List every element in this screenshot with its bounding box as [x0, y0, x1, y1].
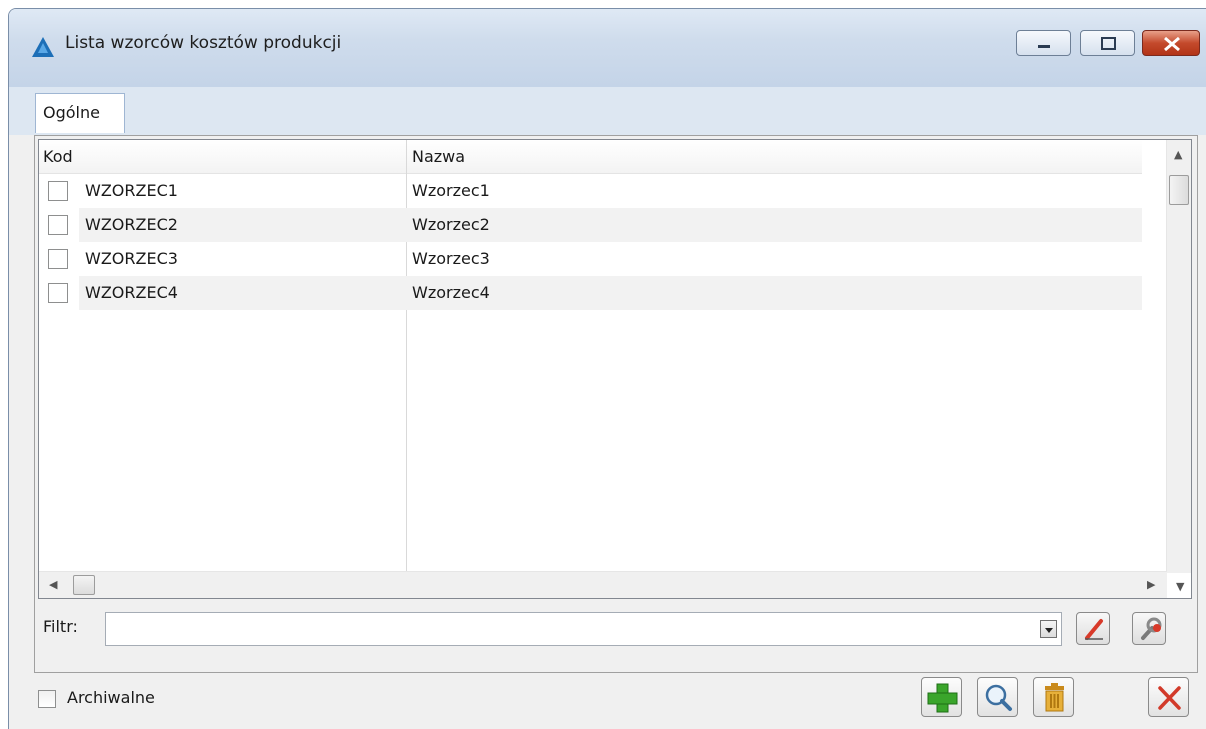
cell-kod: WZORZEC2: [85, 215, 178, 234]
cell-nazwa: Wzorzec2: [412, 215, 490, 234]
vertical-scroll-thumb[interactable]: [1169, 175, 1189, 205]
row-checkbox[interactable]: [48, 249, 68, 269]
vertical-scrollbar[interactable]: ▲: [1166, 140, 1191, 573]
filter-label: Filtr:: [43, 617, 78, 636]
plus-icon: [927, 683, 958, 713]
table-row[interactable]: WZORZEC4 Wzorzec4: [39, 276, 1142, 310]
maximize-button[interactable]: [1080, 30, 1135, 56]
table-row[interactable]: WZORZEC1 Wzorzec1: [39, 174, 1142, 208]
triangle-logo-icon: [32, 37, 54, 57]
table-row[interactable]: WZORZEC3 Wzorzec3: [39, 242, 1142, 276]
minimize-icon: [1038, 45, 1050, 48]
close-icon: [1164, 36, 1180, 52]
window-title: Lista wzorców kosztów produkcji: [65, 33, 342, 53]
list-panel: Kod Nazwa WZORZEC1 Wzorzec1 WZORZEC2 Wzo…: [34, 135, 1198, 673]
grid-header: Kod Nazwa: [39, 140, 1142, 174]
cell-kod: WZORZEC4: [85, 283, 178, 302]
table-row[interactable]: WZORZEC2 Wzorzec2: [39, 208, 1142, 242]
tab-ogolne[interactable]: Ogólne: [35, 93, 125, 133]
clear-filter-button[interactable]: [1076, 612, 1110, 645]
window-close-button[interactable]: [1142, 30, 1200, 56]
row-checkbox[interactable]: [48, 215, 68, 235]
horizontal-scroll-thumb[interactable]: [73, 575, 95, 595]
scroll-up-arrow-icon[interactable]: ▲: [1174, 148, 1182, 161]
tab-strip: Ogólne: [9, 87, 1206, 135]
row-background: [79, 242, 1142, 276]
row-checkbox[interactable]: [48, 283, 68, 303]
maximize-icon: [1101, 37, 1116, 50]
cell-kod: WZORZEC1: [85, 181, 178, 200]
filter-tools-button[interactable]: [1132, 612, 1166, 645]
filter-dropdown-button[interactable]: [1040, 620, 1057, 638]
column-header-kod[interactable]: Kod: [43, 147, 73, 166]
title-bar[interactable]: Lista wzorców kosztów produkcji: [9, 9, 1206, 87]
row-background: [79, 208, 1142, 242]
view-button[interactable]: [977, 677, 1018, 717]
row-background: [79, 276, 1142, 310]
filter-combobox[interactable]: [105, 612, 1062, 646]
cell-nazwa: Wzorzec4: [412, 283, 490, 302]
horizontal-scrollbar[interactable]: ◀ ▶: [39, 571, 1167, 598]
eraser-icon: [1085, 619, 1103, 640]
add-button[interactable]: [921, 677, 962, 717]
column-header-nazwa[interactable]: Nazwa: [412, 147, 465, 166]
archiwalne-label[interactable]: Archiwalne: [67, 688, 155, 707]
chevron-down-icon: [1045, 628, 1053, 633]
scroll-down-arrow-icon[interactable]: ▼: [1176, 580, 1184, 593]
row-checkbox[interactable]: [48, 181, 68, 201]
delete-button[interactable]: [1033, 677, 1074, 717]
cell-nazwa: Wzorzec1: [412, 181, 490, 200]
data-grid[interactable]: Kod Nazwa WZORZEC1 Wzorzec1 WZORZEC2 Wzo…: [38, 139, 1192, 599]
cell-kod: WZORZEC3: [85, 249, 178, 268]
scroll-right-arrow-icon[interactable]: ▶: [1147, 578, 1155, 591]
close-icon: [1158, 686, 1181, 710]
magnifier-icon: [985, 684, 1012, 711]
trash-icon: [1045, 683, 1064, 712]
content-area: Kod Nazwa WZORZEC1 Wzorzec1 WZORZEC2 Wzo…: [9, 135, 1206, 729]
row-background: [79, 174, 1142, 208]
close-button[interactable]: [1148, 677, 1189, 717]
archiwalne-checkbox[interactable]: [38, 690, 56, 708]
main-window: Lista wzorców kosztów produkcji Ogólne K…: [8, 8, 1206, 729]
wrench-icon: [1141, 617, 1162, 640]
scroll-left-arrow-icon[interactable]: ◀: [49, 578, 57, 591]
cell-nazwa: Wzorzec3: [412, 249, 490, 268]
minimize-button[interactable]: [1016, 30, 1071, 56]
